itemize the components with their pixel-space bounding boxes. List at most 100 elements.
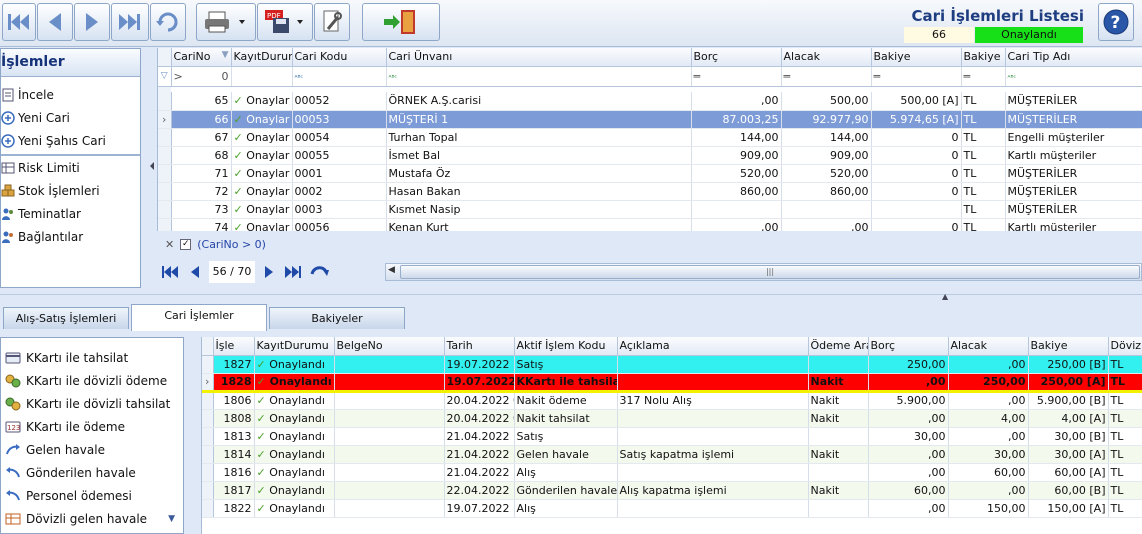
nav-refresh-icon[interactable] (310, 264, 330, 280)
txn-gelen-havale[interactable]: Gelen havale (1, 438, 183, 461)
col-header-odeme-araci[interactable]: Ödeme Araç (808, 337, 869, 356)
filter-cell-carino[interactable]: >0 (171, 66, 232, 87)
table-row[interactable]: 73 ✓ Onaylar 0003 Kısmet Nasip TL MÜŞTERİLER (158, 200, 1142, 219)
tools-button[interactable] (314, 3, 350, 41)
horizontal-scrollbar[interactable]: ◀ ||| (385, 263, 1142, 281)
first-record-button[interactable] (2, 3, 36, 41)
cell-kayitdurumu: ✓ Onaylar (231, 182, 293, 201)
table-row[interactable]: › 1828 ✓ Onaylandı 19.07.2022 KKartı ile tah… (202, 373, 1142, 393)
clear-filter-icon[interactable]: ✕ (165, 238, 174, 251)
filter-expression[interactable]: (CariNo > 0) (197, 238, 266, 251)
print-button[interactable] (196, 3, 256, 41)
table-row[interactable]: 72 ✓ Onaylar 0002 Hasan Bakan 860,00 860,00 0 T… (158, 182, 1142, 201)
cell-borc: ,00 (868, 499, 949, 518)
op-new-person-account[interactable]: Yeni Şahıs Cari (1, 129, 140, 152)
cell-cari-kodu: 0003 (292, 200, 387, 219)
filter-cell[interactable]: ═ (781, 66, 872, 87)
col-header-bakiye[interactable]: Bakiye (871, 48, 962, 67)
col-header-cari-kodu[interactable]: Cari Kodu (292, 48, 387, 67)
col-header-alacak[interactable]: Alacak (948, 337, 1029, 356)
table-row[interactable]: 1808 ✓ Onaylandı 20.04.2022 0 Nakit tahsila… (202, 409, 1142, 428)
txn-dovizli-gelen-havale[interactable]: Dövizli gelen havale ▼ (1, 507, 183, 530)
table-row[interactable]: › 66 ✓ Onaylar 00053 MÜŞTERİ 1 87.003,25 92.97… (158, 110, 1142, 129)
op-guarantees[interactable]: Teminatlar (1, 202, 140, 225)
cell-alacak: 150,00 (948, 499, 1029, 518)
col-header-cari-tip-adi[interactable]: Cari Tip Adı (1005, 48, 1142, 67)
row-indicator-header (202, 337, 214, 356)
cell-carino: 73 (171, 200, 232, 219)
splitter-handle[interactable]: ▲ (942, 292, 948, 301)
col-header-belgeno[interactable]: BelgeNo (334, 337, 445, 356)
col-header-borc[interactable]: Borç (868, 337, 949, 356)
nav-next-icon[interactable] (263, 265, 275, 279)
filter-cell[interactable]: ᴬᴮᶜ (292, 66, 387, 87)
table-row[interactable]: 67 ✓ Onaylar 00054 Turhan Topal 144,00 144,00… (158, 128, 1142, 147)
help-button[interactable]: ? (1098, 3, 1134, 41)
op-inspect[interactable]: İncele (1, 83, 140, 106)
next-record-button[interactable] (74, 3, 110, 41)
col-header-tarih[interactable]: Tarih (444, 337, 515, 356)
filter-cell[interactable]: ᴬᴮᶜ (1005, 66, 1142, 87)
table-row[interactable]: 1817 ✓ Onaylandı 22.04.2022 1 Gönderilen ha… (202, 481, 1142, 500)
col-header-cari-unvani[interactable]: Cari Ünvanı (386, 48, 692, 67)
op-new-account[interactable]: Yeni Cari (1, 106, 140, 129)
nav-first-icon[interactable] (161, 265, 179, 279)
cell-alacak: 250,00 (948, 373, 1029, 393)
filter-cell[interactable]: ᴬᴮᶜ (386, 66, 692, 87)
scroll-down-icon[interactable]: ▼ (168, 514, 175, 524)
txn-label: KKartı ile dövizli ödeme (26, 373, 168, 388)
col-header-aciklama[interactable]: Açıklama (617, 337, 809, 356)
txn-personel-odemesi[interactable]: Personel ödemesi (1, 484, 183, 507)
prev-record-button[interactable] (37, 3, 73, 41)
scrollbar-thumb[interactable]: ||| (400, 265, 1140, 279)
table-row[interactable]: 65 ✓ Onaylar 00052 ÖRNEK A.Ş.carisi ,00 500,0… (158, 92, 1142, 111)
filter-cell[interactable]: ═ (691, 66, 782, 87)
table-row[interactable]: 1816 ✓ Onaylandı 21.04.2022 1 Alış ,00 60,00 6… (202, 463, 1142, 482)
col-header-alacak[interactable]: Alacak (781, 48, 872, 67)
table-row[interactable]: 68 ✓ Onaylar 00055 İsmet Bal 909,00 909,00 0 TL… (158, 146, 1142, 165)
col-header-doviz[interactable]: Döviz (1108, 337, 1142, 356)
filter-cell[interactable]: ═ (961, 66, 1006, 87)
last-record-button[interactable] (111, 3, 149, 41)
table-row[interactable]: 1814 ✓ Onaylandı 21.04.2022 1 Gelen havale S… (202, 445, 1142, 464)
nav-prev-icon[interactable] (189, 265, 201, 279)
exit-button[interactable] (362, 3, 440, 41)
op-connections[interactable]: Bağlantılar (1, 225, 140, 248)
txn-gonderilen-havale[interactable]: Gönderilen havale (1, 461, 183, 484)
refresh-button[interactable] (150, 3, 186, 41)
table-row[interactable]: 71 ✓ Onaylar 0001 Mustafa Öz 520,00 520,00 0 TL… (158, 164, 1142, 183)
filter-enabled-checkbox[interactable]: ✓ (180, 238, 192, 250)
txn-kkarti-tahsilat[interactable]: KKartı ile tahsilat (1, 346, 183, 369)
txn-kkarti-dovizli-tahsilat[interactable]: KKartı ile dövizli tahsilat (1, 392, 183, 415)
col-header-bakiye-doviz[interactable]: Bakiye D (961, 48, 1006, 67)
col-header-kayitdurumu[interactable]: KayıtDurumu (254, 337, 335, 356)
tab-bakiyeler[interactable]: Bakiyeler (269, 307, 405, 329)
table-row[interactable]: 1806 ✓ Onaylandı 20.04.2022 0 Nakit ödeme 31… (202, 391, 1142, 410)
table-row[interactable]: 1822 ✓ Onaylandı 19.07.2022 1 Alış ,00 150,00… (202, 499, 1142, 518)
txn-kkarti-odeme[interactable]: 123 KKartı ile ödeme (1, 415, 183, 438)
table-row[interactable]: 74 ✓ Onaylar 00056 Kenan Kurt ,00,00 0 TL Kartl… (158, 218, 1142, 231)
row-indicator (158, 218, 172, 231)
table-row[interactable]: 1827 ✓ Onaylandı 19.07.2022 1 Satış 250,00,0… (202, 355, 1142, 374)
col-header-islem-no[interactable]: İşle (213, 337, 255, 356)
tab-alis-satis[interactable]: Alış-Satış İşlemleri (3, 307, 129, 329)
cell-cari-kodu: 00052 (292, 92, 387, 111)
filter-cell[interactable] (231, 66, 293, 87)
txn-kkarti-dovizli-odeme[interactable]: KKartı ile dövizli ödeme (1, 369, 183, 392)
op-risk-limit[interactable]: Risk Limiti (1, 156, 140, 179)
col-header-kayitdurumu[interactable]: KayıtDurumu (231, 48, 293, 67)
cell-aktif-islem-kodu: Satış (514, 427, 618, 446)
col-header-carino[interactable]: CariNo ▼ (171, 48, 232, 67)
col-header-aktif-islem-kodu[interactable]: Aktif İşlem Kodu (514, 337, 618, 356)
nav-last-icon[interactable] (284, 265, 304, 279)
filter-cell[interactable]: ═ (871, 66, 962, 87)
col-header-borc[interactable]: Borç (691, 48, 782, 67)
col-header-bakiye[interactable]: Bakiye (1028, 337, 1109, 356)
cell-borc: ,00 (691, 218, 782, 231)
pdf-save-button[interactable]: PDF (257, 3, 313, 41)
table-row[interactable]: 1813 ✓ Onaylandı 21.04.2022 Satış 30,00,00 30… (202, 427, 1142, 446)
scroll-left-icon[interactable]: ◀ (388, 265, 395, 275)
panel-splitter[interactable] (141, 48, 157, 288)
op-stock-transactions[interactable]: Stok İşlemleri (1, 179, 140, 202)
tab-cari-islemler[interactable]: Cari İşlemler (131, 304, 267, 331)
